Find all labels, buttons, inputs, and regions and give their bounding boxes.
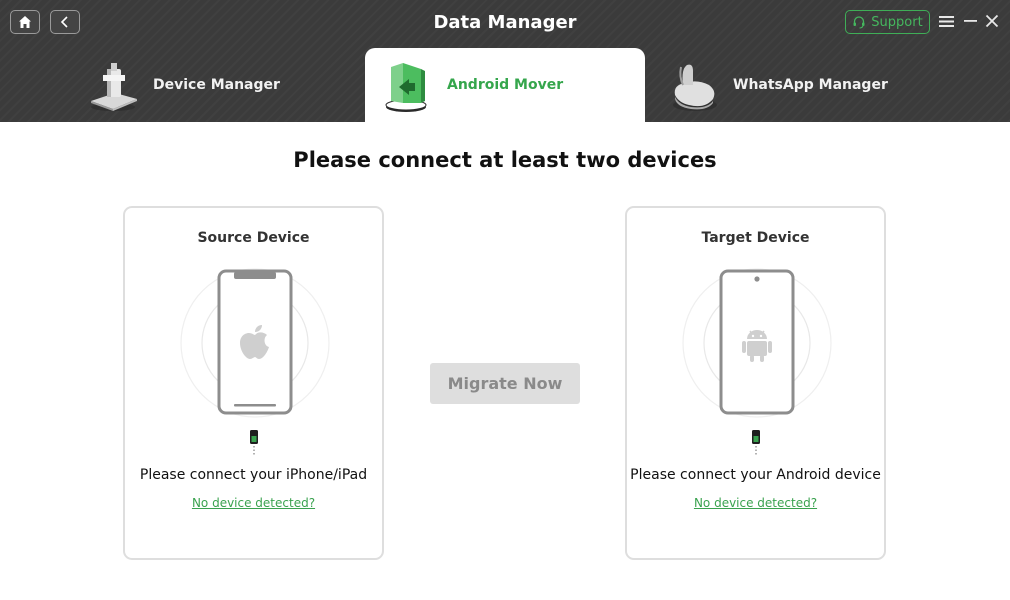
tab-android-mover[interactable]: Android Mover bbox=[365, 48, 645, 122]
target-device-card: Target Device Please connect your Androi… bbox=[625, 206, 886, 560]
android-mover-icon bbox=[385, 63, 427, 112]
whatsapp-manager-icon bbox=[673, 64, 717, 111]
chevron-left-icon bbox=[60, 16, 68, 28]
usb-cable-icon bbox=[752, 430, 760, 456]
hamburger-menu-icon bbox=[938, 15, 954, 27]
close-icon bbox=[985, 14, 999, 28]
source-connect-prompt: Please connect your iPhone/iPad bbox=[139, 467, 368, 483]
minimize-button[interactable] bbox=[961, 12, 979, 30]
tab-device-manager-label: Device Manager bbox=[153, 77, 280, 93]
headset-icon bbox=[853, 16, 865, 29]
tab-android-mover-label: Android Mover bbox=[447, 77, 564, 93]
source-no-device-link[interactable]: No device detected? bbox=[125, 496, 382, 510]
source-device-card: Source Device Please connect your iPhone… bbox=[123, 206, 384, 560]
android-phone-placeholder bbox=[682, 268, 832, 418]
target-no-device-link[interactable]: No device detected? bbox=[627, 496, 884, 510]
tab-whatsapp-manager[interactable]: WhatsApp Manager bbox=[665, 48, 925, 122]
tab-device-manager[interactable]: Device Manager bbox=[85, 48, 355, 122]
target-device-title: Target Device bbox=[701, 230, 810, 246]
usb-cable-icon bbox=[250, 430, 258, 456]
iphone-placeholder bbox=[180, 268, 330, 418]
title-bar: Data Manager Support Device Manager Andr… bbox=[0, 0, 1010, 122]
support-label: Support bbox=[871, 14, 923, 30]
minimize-icon bbox=[963, 19, 977, 22]
home-icon bbox=[19, 16, 31, 28]
page-title: Please connect at least two devices bbox=[293, 148, 717, 172]
back-button[interactable] bbox=[50, 10, 80, 34]
target-connect-prompt: Please connect your Android device bbox=[630, 467, 881, 483]
menu-button[interactable] bbox=[937, 12, 955, 30]
tab-whatsapp-manager-label: WhatsApp Manager bbox=[733, 77, 888, 93]
support-button[interactable]: Support bbox=[845, 10, 930, 34]
close-button[interactable] bbox=[983, 12, 1001, 30]
home-button[interactable] bbox=[10, 10, 40, 34]
device-manager-icon bbox=[91, 63, 137, 111]
source-device-title: Source Device bbox=[197, 230, 310, 246]
migrate-now-button[interactable]: Migrate Now bbox=[430, 363, 580, 404]
